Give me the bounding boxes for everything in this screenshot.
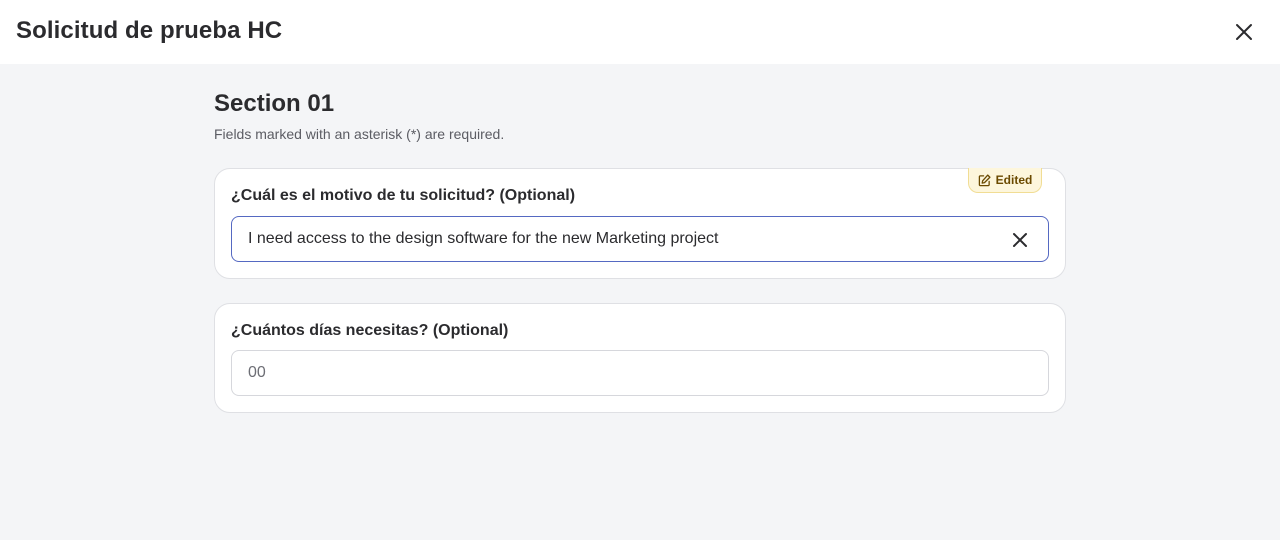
edited-badge: Edited — [968, 168, 1042, 193]
modal-header: Solicitud de prueba HC — [0, 0, 1280, 64]
page-title: Solicitud de prueba HC — [16, 17, 283, 44]
question-label-days: ¿Cuántos días necesitas? (Optional) — [231, 322, 509, 339]
required-hint: Fields marked with an asterisk (*) are r… — [214, 126, 505, 142]
edit-icon — [978, 173, 991, 186]
form-area — [0, 64, 1280, 540]
question-label-reason: ¿Cuál es el motivo de tu solicitud? (Opt… — [231, 187, 576, 204]
question-card-days: ¿Cuántos días necesitas? (Optional) — [214, 303, 1066, 413]
close-icon — [1236, 24, 1252, 40]
reason-field-box — [231, 216, 1049, 262]
days-field-box — [231, 350, 1049, 396]
reason-input[interactable] — [248, 230, 1032, 248]
close-button[interactable] — [1228, 16, 1260, 48]
clear-icon — [1013, 233, 1027, 247]
days-input[interactable] — [248, 364, 1032, 382]
question-card-reason: ¿Cuál es el motivo de tu solicitud? (Opt… — [214, 168, 1066, 279]
clear-reason-button[interactable] — [1008, 228, 1032, 252]
section-title: Section 01 — [214, 90, 335, 117]
edited-badge-label: Edited — [995, 173, 1033, 187]
